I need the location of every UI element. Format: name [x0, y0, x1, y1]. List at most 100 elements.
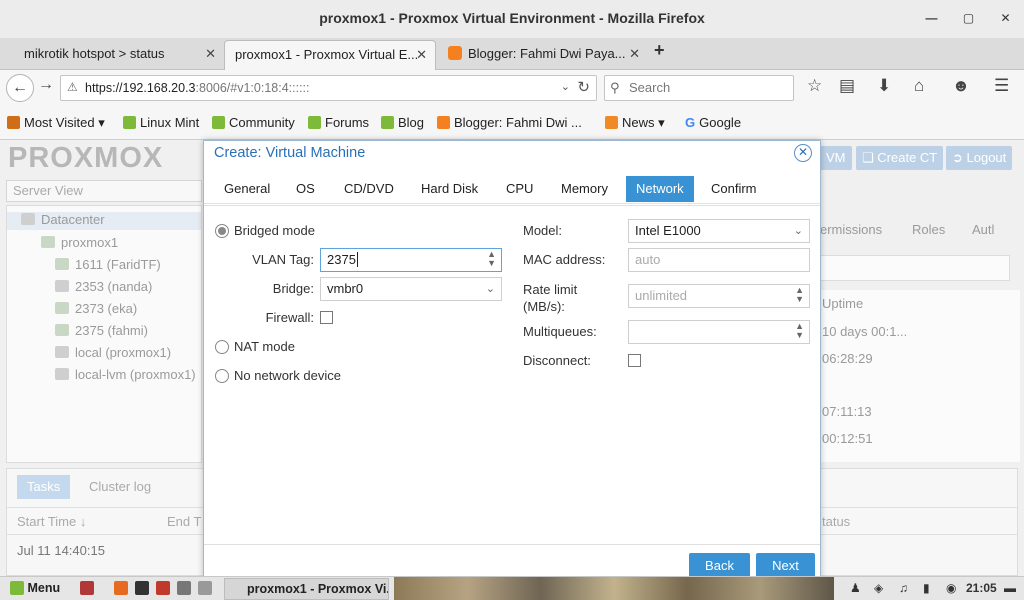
spinner-icon[interactable]: ▲ ▼	[795, 286, 804, 304]
spinner-icon[interactable]: ▲ ▼	[795, 322, 804, 340]
tab-mikrotik[interactable]: mikrotik hotspot > status ✕	[14, 40, 224, 70]
close-tab-icon[interactable]: ✕	[629, 40, 640, 68]
tab-memory[interactable]: Memory	[551, 176, 618, 202]
vlan-tag-field[interactable]: 2375 ▲ ▼	[320, 248, 502, 272]
chat-icon[interactable]: ☻	[952, 76, 970, 96]
firewall-checkbox[interactable]	[320, 311, 333, 324]
node-icon	[41, 236, 55, 248]
tab-blogger[interactable]: Blogger: Fahmi Dwi Paya... ✕	[438, 40, 648, 70]
spinner-icon[interactable]: ▲ ▼	[487, 250, 496, 268]
tab-general[interactable]: General	[214, 176, 280, 202]
bookmark-star-icon[interactable]: ☆	[807, 76, 822, 96]
back-button[interactable]: Back	[689, 553, 750, 578]
tab-cpu[interactable]: CPU	[496, 176, 543, 202]
tab-cluster-log[interactable]: Cluster log	[79, 475, 161, 499]
show-desktop-icon[interactable]	[80, 581, 94, 595]
bridged-mode-radio[interactable]	[215, 224, 229, 238]
next-button[interactable]: Next	[756, 553, 815, 578]
start-menu-button[interactable]: Menu	[10, 581, 60, 595]
column-end-time[interactable]: End T	[167, 514, 201, 529]
screenshot-launcher-icon[interactable]	[198, 581, 212, 595]
model-label: Model:	[523, 223, 563, 238]
model-select[interactable]: Intel E1000 ⌄	[628, 219, 810, 243]
close-tab-icon[interactable]: ✕	[416, 41, 427, 69]
warning-icon[interactable]: ⚠	[67, 80, 78, 94]
storage-icon	[55, 346, 69, 358]
url-bar[interactable]: ⚠ https://192.168.20.3:8006/#v1:0:18:4::…	[60, 75, 597, 101]
app-launcher-icon[interactable]	[156, 581, 170, 595]
tree-item-storage[interactable]: local (proxmox1)	[55, 345, 171, 360]
tab-cd-dvd[interactable]: CD/DVD	[334, 176, 404, 202]
create-ct-button[interactable]: ❏ Create CT	[856, 146, 944, 170]
reload-icon[interactable]: ↻	[577, 78, 590, 96]
bookmark-forums[interactable]: Forums	[308, 115, 369, 130]
close-dialog-icon[interactable]: ✕	[794, 144, 812, 162]
wifi-icon[interactable]: ◈	[874, 581, 883, 595]
bookmark-linux-mint[interactable]: Linux Mint	[123, 115, 199, 130]
tree-item-node[interactable]: proxmox1	[41, 235, 118, 250]
clock[interactable]: 21:05	[966, 581, 997, 595]
dialog-title: Create: Virtual Machine	[214, 145, 366, 161]
minimize-icon[interactable]: —	[913, 0, 950, 36]
rate-limit-field[interactable]: unlimited ▲ ▼	[628, 284, 810, 308]
create-vm-button[interactable]: VM	[820, 146, 852, 170]
bookmark-community[interactable]: Community	[212, 115, 295, 130]
bookmark-blog[interactable]: Blog	[381, 115, 424, 130]
tree-item-storage[interactable]: local-lvm (proxmox1)	[55, 367, 196, 382]
top-toolbar: VM ❏ Create CT ➲ Logout	[820, 146, 1020, 170]
back-icon[interactable]: ←	[6, 74, 34, 102]
bookmark-blogger[interactable]: Blogger: Fahmi Dwi ...	[437, 115, 582, 130]
user-icon[interactable]: ♟	[850, 581, 861, 595]
terminal-launcher-icon[interactable]	[135, 581, 149, 595]
close-icon[interactable]: ✕	[987, 0, 1024, 36]
disconnect-checkbox[interactable]	[628, 354, 641, 367]
tab-proxmox[interactable]: proxmox1 - Proxmox Virtual E... ✕	[224, 40, 436, 70]
no-network-radio[interactable]	[215, 369, 229, 383]
bookmark-news[interactable]: News ▾	[605, 115, 665, 131]
bookmark-most-visited[interactable]: Most Visited ▾	[7, 115, 105, 131]
home-icon[interactable]: ⌂	[914, 76, 924, 96]
tab-os[interactable]: OS	[286, 176, 325, 202]
vlan-tag-label: VLAN Tag:	[252, 252, 314, 267]
multiqueues-field[interactable]: ▲ ▼	[628, 320, 810, 344]
tree-item-datacenter[interactable]: Datacenter	[7, 212, 201, 230]
bridge-select[interactable]: vmbr0 ⌄	[320, 277, 502, 301]
history-dropdown-icon[interactable]: ⌄	[561, 80, 570, 93]
server-view-select[interactable]: Server View	[6, 180, 202, 202]
nat-mode-radio[interactable]	[215, 340, 229, 354]
mac-address-field[interactable]: auto	[628, 248, 810, 272]
bookmark-google[interactable]: G Google	[685, 115, 741, 130]
volume-icon[interactable]: ♫	[899, 581, 908, 595]
battery-icon[interactable]: ▮	[923, 581, 930, 595]
tree-item-vm[interactable]: 2353 (nanda)	[55, 279, 152, 294]
reading-list-icon[interactable]: ▤	[839, 76, 855, 96]
show-desktop-corner-icon[interactable]: ▬	[1004, 581, 1016, 595]
tree-item-vm[interactable]: 2375 (fahmi)	[55, 323, 148, 338]
tree-item-vm[interactable]: 2373 (eka)	[55, 301, 137, 316]
maximize-icon[interactable]: ▢	[950, 0, 987, 36]
task-row[interactable]: Jul 11 14:40:15	[17, 543, 105, 558]
tab-network[interactable]: Network	[626, 176, 694, 202]
google-icon: G	[685, 115, 696, 130]
tab-tasks[interactable]: Tasks	[17, 475, 71, 499]
firefox-launcher-icon[interactable]	[114, 581, 128, 595]
tab-auth[interactable]: Autl	[972, 222, 994, 237]
column-start-time[interactable]: Start Time ↓	[17, 514, 86, 529]
tab-hard-disk[interactable]: Hard Disk	[411, 176, 488, 202]
taskbar-window-firefox[interactable]: proxmox1 - Proxmox Vi...	[224, 578, 389, 600]
logout-button[interactable]: ➲ Logout	[946, 146, 1013, 170]
tab-confirm[interactable]: Confirm	[701, 176, 767, 202]
dialog-header: Create: Virtual Machine ✕	[204, 141, 820, 167]
download-icon[interactable]: ⬇	[877, 76, 891, 96]
tree-item-vm[interactable]: 1611 (FaridTF)	[55, 257, 161, 272]
close-tab-icon[interactable]: ✕	[205, 40, 216, 68]
search-input[interactable]: ⚲ Search	[604, 75, 794, 101]
files-launcher-icon[interactable]	[177, 581, 191, 595]
menu-icon[interactable]: ☰	[994, 76, 1009, 96]
tab-permissions[interactable]: ermissions	[820, 222, 882, 237]
new-tab-button[interactable]: +	[654, 40, 665, 61]
column-status[interactable]: tatus	[822, 514, 850, 529]
update-shield-icon[interactable]: ◉	[946, 581, 956, 595]
tab-roles[interactable]: Roles	[912, 222, 945, 237]
forward-icon[interactable]: →	[38, 76, 54, 94]
